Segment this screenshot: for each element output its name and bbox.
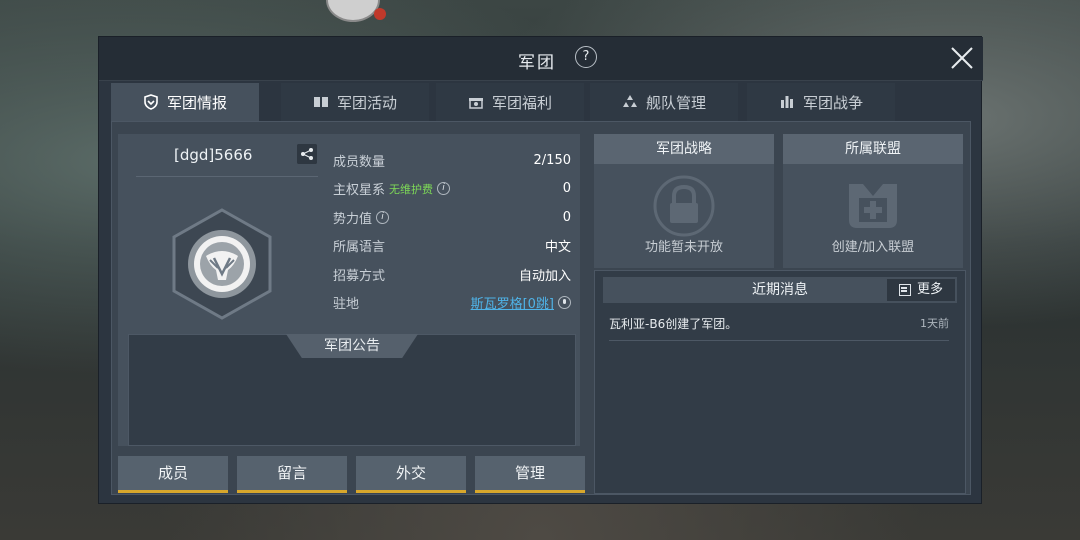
tab-guild-info[interactable]: 军团情报: [111, 83, 259, 121]
stat-value: 2/150: [533, 152, 571, 168]
guild-window: 军团 ? 军团情报 军团活动 军团福利 舰队管理 军团战争 [dgd]5666 …: [98, 36, 983, 504]
diplomacy-button[interactable]: 外交: [356, 456, 466, 493]
stat-language: 所属语言 中文: [333, 232, 571, 261]
news-header: 近期消息 更多: [603, 277, 957, 303]
content-area: [dgd]5666 成员数量 2/150 主权星系 无维护费 i 0 势力值 i…: [111, 121, 971, 495]
tab-guild-war[interactable]: 军团战争: [747, 83, 895, 121]
tab-label: 军团福利: [491, 93, 552, 112]
alliance-card[interactable]: 所属联盟 创建/加入联盟: [783, 134, 963, 268]
tab-label: 军团情报: [166, 93, 227, 112]
info-icon[interactable]: i: [437, 182, 451, 196]
message-button[interactable]: 留言: [237, 456, 347, 493]
title-bar: 军团 ?: [99, 37, 983, 81]
stat-power: 势力值 i 0: [333, 203, 571, 232]
share-icon[interactable]: [297, 144, 317, 164]
card-title: 所属联盟: [783, 134, 963, 164]
window-title: 军团: [518, 53, 556, 73]
station-link[interactable]: 斯瓦罗格[0跳]: [471, 293, 571, 312]
close-icon[interactable]: [949, 45, 975, 71]
guild-name: [dgd]5666: [174, 146, 253, 164]
stat-label: 成员数量: [333, 154, 386, 170]
guild-info-panel: [dgd]5666 成员数量 2/150 主权星系 无维护费 i 0 势力值 i…: [118, 134, 580, 446]
info-icon[interactable]: i: [376, 210, 390, 224]
card-title: 军团战略: [594, 134, 774, 164]
stat-recruit: 招募方式 自动加入: [333, 260, 571, 289]
station-link-text: 斯瓦罗格[0跳]: [470, 297, 554, 313]
stat-value: 中文: [544, 240, 571, 256]
war-icon: [780, 96, 793, 108]
news-title: 近期消息: [752, 282, 808, 298]
card-caption: 创建/加入联盟: [831, 240, 915, 255]
stat-value: 0: [562, 181, 571, 197]
news-panel: 近期消息 更多 瓦利亚-B6创建了军团。 1天前: [594, 270, 966, 494]
divider: [136, 176, 318, 177]
tab-bar: 军团情报 军团活动 军团福利 舰队管理 军团战争: [111, 83, 971, 121]
shield-icon: [144, 94, 158, 110]
news-time: 1天前: [920, 317, 949, 330]
tab-label: 军团活动: [336, 93, 397, 112]
manage-button[interactable]: 管理: [475, 456, 585, 493]
tab-label: 舰队管理: [645, 93, 706, 112]
guild-stats: 成员数量 2/150 主权星系 无维护费 i 0 势力值 i 0 所属语言 中文…: [333, 146, 571, 317]
card-caption: 功能暂未开放: [644, 240, 723, 255]
book-icon: [313, 97, 328, 107]
lock-icon: [653, 175, 715, 237]
fleet-icon: [622, 95, 637, 107]
maintenance-badge: 无维护费: [389, 182, 434, 196]
help-icon[interactable]: ?: [575, 46, 597, 68]
stat-station: 驻地 斯瓦罗格[0跳]: [333, 289, 571, 318]
location-pin-icon[interactable]: [558, 296, 571, 310]
stat-members: 成员数量 2/150: [333, 146, 571, 175]
more-button[interactable]: 更多: [887, 279, 955, 301]
document-icon: [898, 284, 911, 296]
news-text: 瓦利亚-B6创建了军团。: [609, 317, 738, 331]
stat-label: 驻地: [333, 297, 360, 313]
stat-value: 0: [562, 209, 571, 225]
tab-label: 军团战争: [802, 93, 863, 112]
more-label: 更多: [916, 282, 943, 297]
news-item: 瓦利亚-B6创建了军团。 1天前: [609, 315, 949, 341]
background-avatar: [326, 0, 386, 22]
guild-emblem-icon: [172, 208, 272, 320]
gift-icon: [468, 98, 483, 109]
stat-sovereignty: 主权星系 无维护费 i 0: [333, 175, 571, 204]
tab-guild-welfare[interactable]: 军团福利: [436, 83, 584, 121]
stat-label: 所属语言: [333, 240, 386, 256]
stat-value: 自动加入: [518, 268, 571, 284]
strategy-card[interactable]: 军团战略 功能暂未开放: [594, 134, 774, 268]
alliance-add-icon: [849, 184, 897, 228]
stat-label: 招募方式: [333, 268, 386, 284]
tab-guild-activity[interactable]: 军团活动: [281, 83, 429, 121]
stat-label: 势力值: [333, 211, 373, 227]
notice-title: 军团公告: [286, 334, 418, 358]
stat-label: 主权星系: [333, 183, 386, 199]
members-button[interactable]: 成员: [118, 456, 228, 493]
tab-fleet-management[interactable]: 舰队管理: [590, 83, 738, 121]
